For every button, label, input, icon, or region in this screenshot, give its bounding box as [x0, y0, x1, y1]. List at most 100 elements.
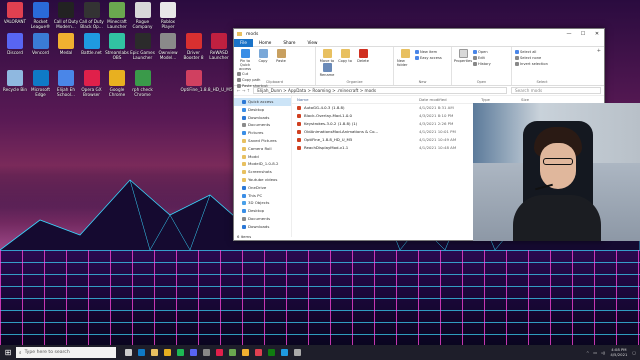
medal-icon[interactable]: [239, 345, 252, 360]
desktop-icon[interactable]: Minecraft Launcher: [104, 2, 130, 29]
copy-to-icon: [340, 49, 350, 58]
spotify-icon[interactable]: [174, 345, 187, 360]
nav-item[interactable]: Documents: [234, 215, 291, 223]
expand-ribbon-icon[interactable]: +: [597, 48, 601, 54]
nav-item[interactable]: Screenshots: [234, 168, 291, 176]
desktop-icon[interactable]: Roblox Player: [155, 2, 181, 29]
nav-item-label: ModeID_1.0-8.2: [248, 161, 279, 167]
nav-item-label: This PC: [248, 192, 263, 198]
tab-view[interactable]: View: [301, 40, 323, 45]
desktop-icon[interactable]: rph check Chrome: [130, 70, 156, 97]
nav-item[interactable]: Camera Roll: [234, 145, 291, 153]
maximize-button[interactable]: ☐: [576, 31, 590, 37]
settings-icon[interactable]: [291, 345, 304, 360]
delete-button[interactable]: Delete: [355, 49, 371, 63]
desktop-icon[interactable]: Vencord: [28, 33, 54, 55]
column-name[interactable]: Name: [292, 96, 419, 103]
copy-to-button[interactable]: Copy to: [337, 49, 353, 63]
clock[interactable]: 4:08 PM 4/5/2021: [610, 347, 627, 357]
column-date[interactable]: Date modified: [419, 96, 481, 103]
close-button[interactable]: ✕: [590, 31, 604, 37]
nav-item[interactable]: Modd: [234, 153, 291, 161]
minecraft-icon[interactable]: [226, 345, 239, 360]
column-size[interactable]: Size: [521, 96, 561, 103]
address-path[interactable]: Elijah_Dunn > AppData > Roaming > .minec…: [253, 87, 507, 94]
copy-label: Copy: [258, 59, 268, 63]
nav-item[interactable]: Pictures: [234, 129, 291, 137]
nav-item[interactable]: Downloads: [234, 223, 291, 231]
easy-access-button[interactable]: Easy access: [415, 55, 442, 61]
history-button[interactable]: History: [473, 61, 491, 67]
desktop-icon[interactable]: Streamlabs OBS: [104, 33, 130, 60]
tab-home[interactable]: Home: [253, 40, 277, 45]
search-input[interactable]: Search mods: [511, 87, 601, 94]
nav-item[interactable]: OneDrive: [234, 184, 291, 192]
valorant-icon[interactable]: [252, 345, 265, 360]
opera-icon[interactable]: [213, 345, 226, 360]
tab-share[interactable]: Share: [277, 40, 301, 45]
app-icon: [134, 2, 151, 18]
tab-file[interactable]: File: [234, 38, 254, 47]
desktop-icon[interactable]: Opera GX Browser: [79, 70, 105, 97]
new-folder-button[interactable]: New folder: [397, 49, 413, 67]
desktop-icon[interactable]: Ownview Model...: [155, 33, 181, 60]
explorer-icon[interactable]: [148, 345, 161, 360]
desktop-icon[interactable]: Epic Games Launcher: [130, 33, 156, 60]
volume-icon[interactable]: ◁): [601, 350, 605, 355]
notifications-icon[interactable]: ▢: [632, 350, 636, 355]
discord-icon[interactable]: [187, 345, 200, 360]
nav-item[interactable]: Documents: [234, 121, 291, 129]
new-item-label: New item: [420, 50, 438, 54]
nav-item[interactable]: Quick access: [234, 98, 291, 106]
paste-button[interactable]: Paste: [273, 49, 289, 71]
desktop-icon[interactable]: Battle.net: [79, 33, 105, 55]
task-view-icon[interactable]: [122, 345, 135, 360]
pin-label: Pin to Quick access: [238, 59, 252, 71]
desktop-icon[interactable]: Medal: [53, 33, 79, 55]
desktop-icon[interactable]: ReWASD Launcher: [206, 33, 232, 60]
nav-item[interactable]: This PC: [234, 192, 291, 200]
desktop-icon[interactable]: Call of Duty Black Op...: [79, 2, 105, 29]
minimize-button[interactable]: —: [562, 31, 576, 37]
desktop-icon[interactable]: Microsoft Edge: [28, 70, 54, 97]
streamer-glasses: [543, 158, 573, 165]
xbox-icon[interactable]: [265, 345, 278, 360]
column-type[interactable]: Type: [481, 96, 521, 103]
nav-item-label: Modd: [248, 153, 259, 159]
network-icon[interactable]: ▭: [593, 350, 597, 355]
desktop-icon[interactable]: Rocket League®: [28, 2, 54, 29]
move-to-button[interactable]: Move to: [319, 49, 335, 63]
desktop-icon[interactable]: Driver Booster 8: [181, 33, 207, 60]
desktop-icon[interactable]: Discord: [2, 33, 28, 55]
taskbar-search[interactable]: ⌕ Type here to search: [16, 347, 116, 358]
desktop-icon[interactable]: VALORANT: [2, 2, 28, 24]
tray-chevron-icon[interactable]: ^: [586, 350, 589, 355]
nav-item[interactable]: Desktop: [234, 106, 291, 114]
nav-item[interactable]: Saved Pictures: [234, 137, 291, 145]
pin-quick-access-button[interactable]: Pin to Quick access: [237, 49, 253, 71]
start-button[interactable]: ⊞: [0, 345, 16, 360]
file-name: Keystrokes-3.0.2 (1.8.8) (1): [304, 121, 358, 126]
invert-selection-button[interactable]: Invert selection: [515, 61, 548, 67]
desktop-icon[interactable]: Elijah Eh School...: [53, 70, 79, 97]
edge-icon[interactable]: [135, 345, 148, 360]
app-icon: [32, 70, 49, 86]
rename-button[interactable]: Rename: [319, 63, 335, 77]
nav-item[interactable]: Desktop: [234, 207, 291, 215]
obs-icon[interactable]: [200, 345, 213, 360]
desktop-icon[interactable]: Recycle Bin: [2, 70, 28, 92]
properties-button[interactable]: Properties: [454, 49, 472, 67]
desktop-icon[interactable]: Call of Duty Modern...: [53, 2, 79, 29]
desktop-icon[interactable]: Rogue Company: [130, 2, 156, 29]
desktop-icon[interactable]: Google Chrome: [104, 70, 130, 97]
new-group-label: New: [418, 80, 427, 84]
chrome-icon[interactable]: [161, 345, 174, 360]
desktop-icon[interactable]: OptiFine_1.8.8_HD_U_M5: [181, 70, 233, 92]
nav-item[interactable]: 3D Objects: [234, 199, 291, 207]
nav-item[interactable]: ModeID_1.0-8.2: [234, 160, 291, 168]
desktop-icon-label: VALORANT: [3, 19, 27, 24]
copy-button[interactable]: Copy: [255, 49, 271, 71]
battle-net-icon[interactable]: [278, 345, 291, 360]
nav-item[interactable]: Downloads: [234, 114, 291, 122]
nav-item[interactable]: Youtube videos: [234, 176, 291, 184]
